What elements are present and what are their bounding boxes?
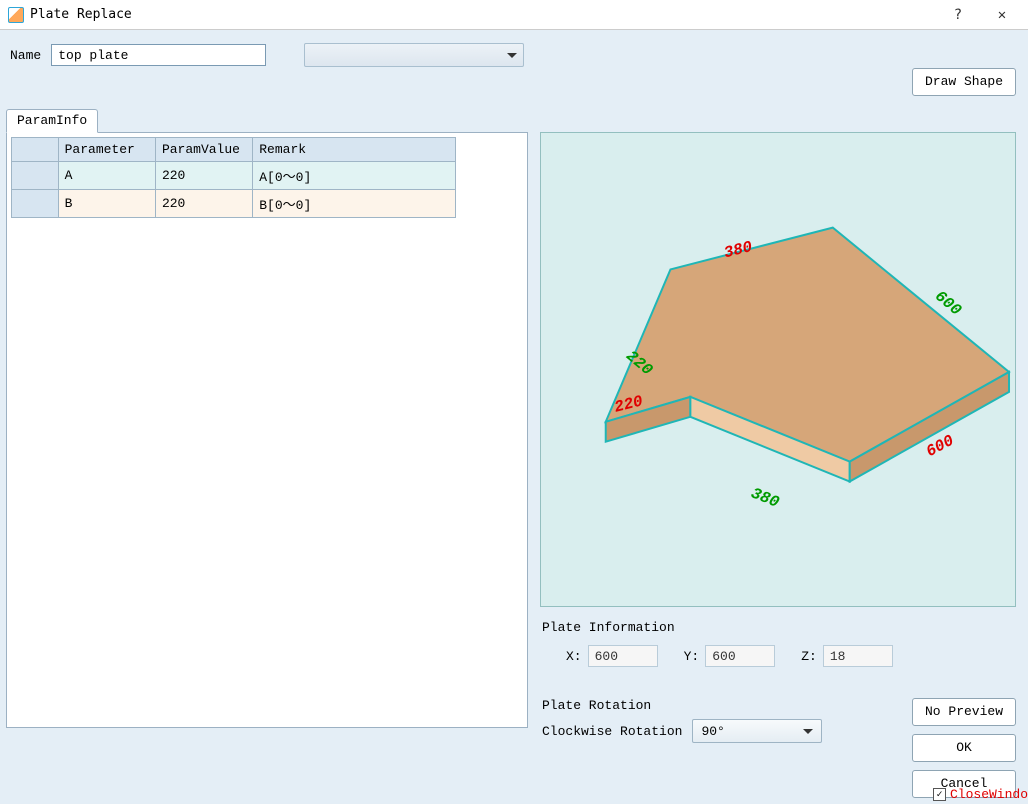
cell-value[interactable]: 220 — [155, 190, 252, 218]
close-button[interactable]: ✕ — [980, 1, 1024, 29]
dim-label: 380 — [748, 484, 782, 512]
close-window-label: CloseWindo — [950, 787, 1028, 802]
name-row: Name — [10, 44, 266, 66]
action-buttons: No Preview OK Cancel — [912, 698, 1016, 798]
col-paramvalue[interactable]: ParamValue — [155, 138, 252, 162]
rotation-combo[interactable]: 90° — [692, 719, 822, 743]
app-icon — [8, 7, 24, 23]
table-row[interactable]: B 220 B[0～0] — [12, 190, 456, 218]
cell-parameter[interactable]: A — [58, 162, 155, 190]
ok-button[interactable]: OK — [912, 734, 1016, 762]
table-corner — [12, 138, 59, 162]
draw-shape-button[interactable]: Draw Shape — [912, 68, 1016, 96]
close-icon: ✕ — [998, 7, 1006, 23]
shape-combo[interactable] — [304, 43, 524, 67]
plate-rotation-group: Plate Rotation Clockwise Rotation 90° — [538, 698, 918, 743]
y-field — [705, 645, 775, 667]
plate-info-title: Plate Information — [542, 620, 1018, 635]
cell-value[interactable]: 220 — [155, 162, 252, 190]
z-field — [823, 645, 893, 667]
rotation-value: 90° — [701, 724, 724, 739]
col-remark[interactable]: Remark — [253, 138, 456, 162]
param-panel: ParamInfo Parameter ParamValue Remark A … — [6, 108, 528, 728]
name-label: Name — [10, 48, 41, 63]
rotation-label: Clockwise Rotation — [542, 724, 682, 739]
rotation-title: Plate Rotation — [542, 698, 918, 713]
y-label: Y: — [684, 649, 700, 664]
table-row[interactable]: A 220 A[0～0] — [12, 162, 456, 190]
help-icon: ? — [954, 7, 962, 23]
cell-parameter[interactable]: B — [58, 190, 155, 218]
col-parameter[interactable]: Parameter — [58, 138, 155, 162]
plate-information-group: Plate Information X: Y: Z: — [538, 620, 1018, 667]
row-header[interactable] — [12, 190, 59, 218]
help-button[interactable]: ? — [936, 1, 980, 29]
close-window-checkbox[interactable]: ✓ CloseWindo — [933, 787, 1028, 802]
cell-remark[interactable]: A[0～0] — [253, 162, 456, 190]
tab-paraminfo[interactable]: ParamInfo — [6, 109, 98, 133]
cell-remark[interactable]: B[0～0] — [253, 190, 456, 218]
param-table: Parameter ParamValue Remark A 220 A[0～0]… — [11, 137, 456, 218]
chevron-down-icon — [803, 729, 813, 734]
x-field — [588, 645, 658, 667]
no-preview-button[interactable]: No Preview — [912, 698, 1016, 726]
z-label: Z: — [801, 649, 817, 664]
param-tab-body: Parameter ParamValue Remark A 220 A[0～0]… — [6, 132, 528, 728]
chevron-down-icon — [507, 53, 517, 58]
titlebar: Plate Replace ? ✕ — [0, 0, 1028, 30]
x-label: X: — [566, 649, 582, 664]
window-title: Plate Replace — [30, 7, 132, 22]
row-header[interactable] — [12, 162, 59, 190]
checkbox-icon: ✓ — [933, 788, 946, 801]
client-area: Name Draw Shape ParamInfo Parameter Para… — [0, 30, 1028, 804]
name-input[interactable] — [51, 44, 266, 66]
shape-preview[interactable]: 380 600 220 220 600 380 — [540, 132, 1016, 607]
